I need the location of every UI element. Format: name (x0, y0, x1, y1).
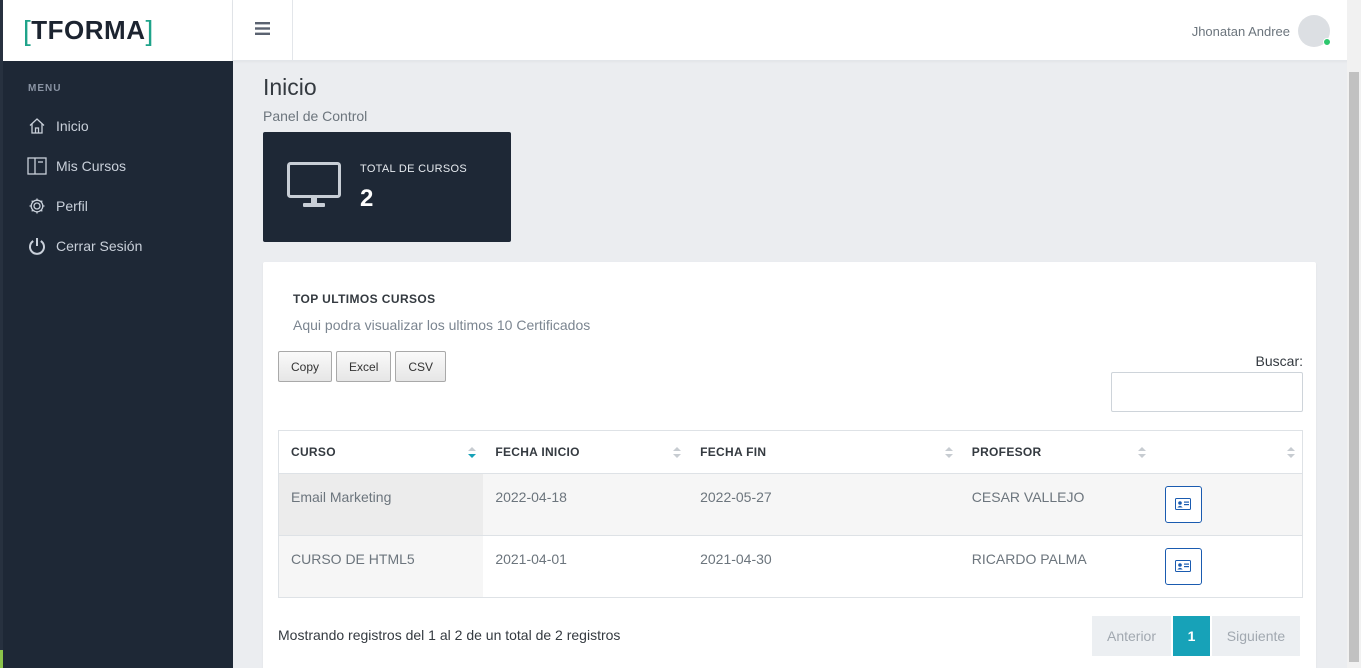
cell-actions (1152, 535, 1303, 598)
sidebar-menu: Inicio Mis Cursos Perfil Cerrar Sesión (3, 106, 233, 266)
sidebar-item-inicio[interactable]: Inicio (3, 106, 233, 146)
gear-icon (27, 196, 47, 216)
stat-value: 2 (360, 185, 374, 212)
column-header-profesor[interactable]: PROFESOR (959, 430, 1153, 474)
user-menu[interactable]: Jhonatan Andree (1191, 15, 1331, 47)
copy-button[interactable]: Copy (278, 351, 333, 382)
home-icon (27, 116, 47, 136)
logo-bracket-left: [ (23, 14, 32, 46)
csv-button[interactable]: CSV (395, 351, 447, 382)
power-icon (27, 236, 47, 256)
next-page-button[interactable]: Siguiente (1212, 616, 1300, 656)
cell-actions (1152, 473, 1303, 536)
logo-bracket-right: ] (145, 14, 154, 46)
sidebar-item-label: Mis Cursos (56, 158, 127, 174)
table-header-row: CURSO FECHA INICIO FECHA FIN PROFESOR (278, 430, 1303, 474)
search-input[interactable] (1111, 372, 1303, 412)
view-certificate-button[interactable] (1164, 548, 1202, 585)
column-header-curso[interactable]: CURSO (278, 430, 484, 474)
page-button-1[interactable]: 1 (1173, 616, 1210, 656)
page-subtitle: Panel de Control (263, 108, 368, 124)
card-title: TOP ULTIMOS CURSOS (293, 292, 436, 306)
menu-label: MENU (28, 83, 62, 94)
topbar: Jhonatan Andree (233, 0, 1361, 61)
sidebar-item-label: Cerrar Sesión (56, 238, 143, 254)
sidebar: [ TFORMA ] MENU Inicio Mis Cursos Perfil (0, 0, 233, 668)
column-header-actions[interactable] (1152, 430, 1303, 474)
monitor-icon (287, 162, 341, 215)
sort-icon (673, 447, 682, 459)
brand-logo[interactable]: [ TFORMA ] (23, 15, 154, 47)
total-courses-card: TOTAL DE CURSOS 2 (263, 132, 511, 242)
logo-text: TFORMA (31, 15, 146, 45)
cell-profesor: CESAR VALLEJO (959, 473, 1153, 536)
column-header-fecha-fin[interactable]: FECHA FIN (688, 430, 960, 474)
table-info: Mostrando registros del 1 al 2 de un tot… (278, 627, 621, 643)
recent-courses-card: TOP ULTIMOS CURSOS Aqui podra visualizar… (263, 262, 1316, 668)
book-icon (27, 156, 47, 176)
sidebar-item-perfil[interactable]: Perfil (3, 186, 233, 226)
logo-box: [ TFORMA ] (3, 0, 233, 61)
cell-fecha-fin: 2021-04-30 (688, 535, 960, 598)
sidebar-item-mis-cursos[interactable]: Mis Cursos (3, 146, 233, 186)
cell-curso: CURSO DE HTML5 (278, 535, 484, 598)
view-certificate-button[interactable] (1164, 486, 1202, 523)
search-label: Buscar: (1255, 353, 1303, 369)
id-card-icon (1175, 497, 1192, 513)
cell-fecha-fin: 2022-05-27 (688, 473, 960, 536)
export-buttons: Copy Excel CSV (278, 351, 447, 382)
excel-button[interactable]: Excel (336, 351, 392, 382)
sort-icon (1287, 447, 1295, 459)
cell-curso: Email Marketing (278, 473, 484, 536)
menu-toggle-button[interactable] (233, 0, 293, 61)
table-row: CURSO DE HTML5 2021-04-01 2021-04-30 RIC… (278, 535, 1303, 598)
sidebar-item-cerrar-sesion[interactable]: Cerrar Sesión (3, 226, 233, 266)
stat-label: TOTAL DE CURSOS (360, 163, 467, 175)
sidebar-item-label: Inicio (56, 118, 89, 134)
column-header-fecha-inicio[interactable]: FECHA INICIO (483, 430, 689, 474)
courses-table: CURSO FECHA INICIO FECHA FIN PROFESOR Em… (278, 430, 1303, 598)
page-scrollbar[interactable] (1347, 0, 1361, 668)
sort-icon (1137, 447, 1146, 459)
sort-icon (944, 447, 953, 459)
status-indicator (0, 650, 3, 668)
sort-icon (468, 447, 477, 459)
table-row: Email Marketing 2022-04-18 2022-05-27 CE… (278, 473, 1303, 536)
cell-fecha-inicio: 2021-04-01 (483, 535, 689, 598)
id-card-icon (1175, 559, 1192, 575)
previous-page-button[interactable]: Anterior (1092, 616, 1171, 656)
sidebar-item-label: Perfil (56, 198, 88, 214)
scrollbar-thumb[interactable] (1349, 72, 1359, 662)
page-title: Inicio (263, 74, 317, 100)
cell-profesor: RICARDO PALMA (959, 535, 1153, 598)
user-name: Jhonatan Andree (1191, 23, 1290, 39)
avatar[interactable] (1298, 15, 1331, 47)
cell-fecha-inicio: 2022-04-18 (483, 473, 689, 536)
pagination: Anterior 1 Siguiente (1092, 616, 1300, 656)
card-subtitle: Aqui podra visualizar los ultimos 10 Cer… (293, 317, 591, 333)
online-status-dot (1323, 38, 1331, 46)
hamburger-icon (255, 21, 270, 40)
